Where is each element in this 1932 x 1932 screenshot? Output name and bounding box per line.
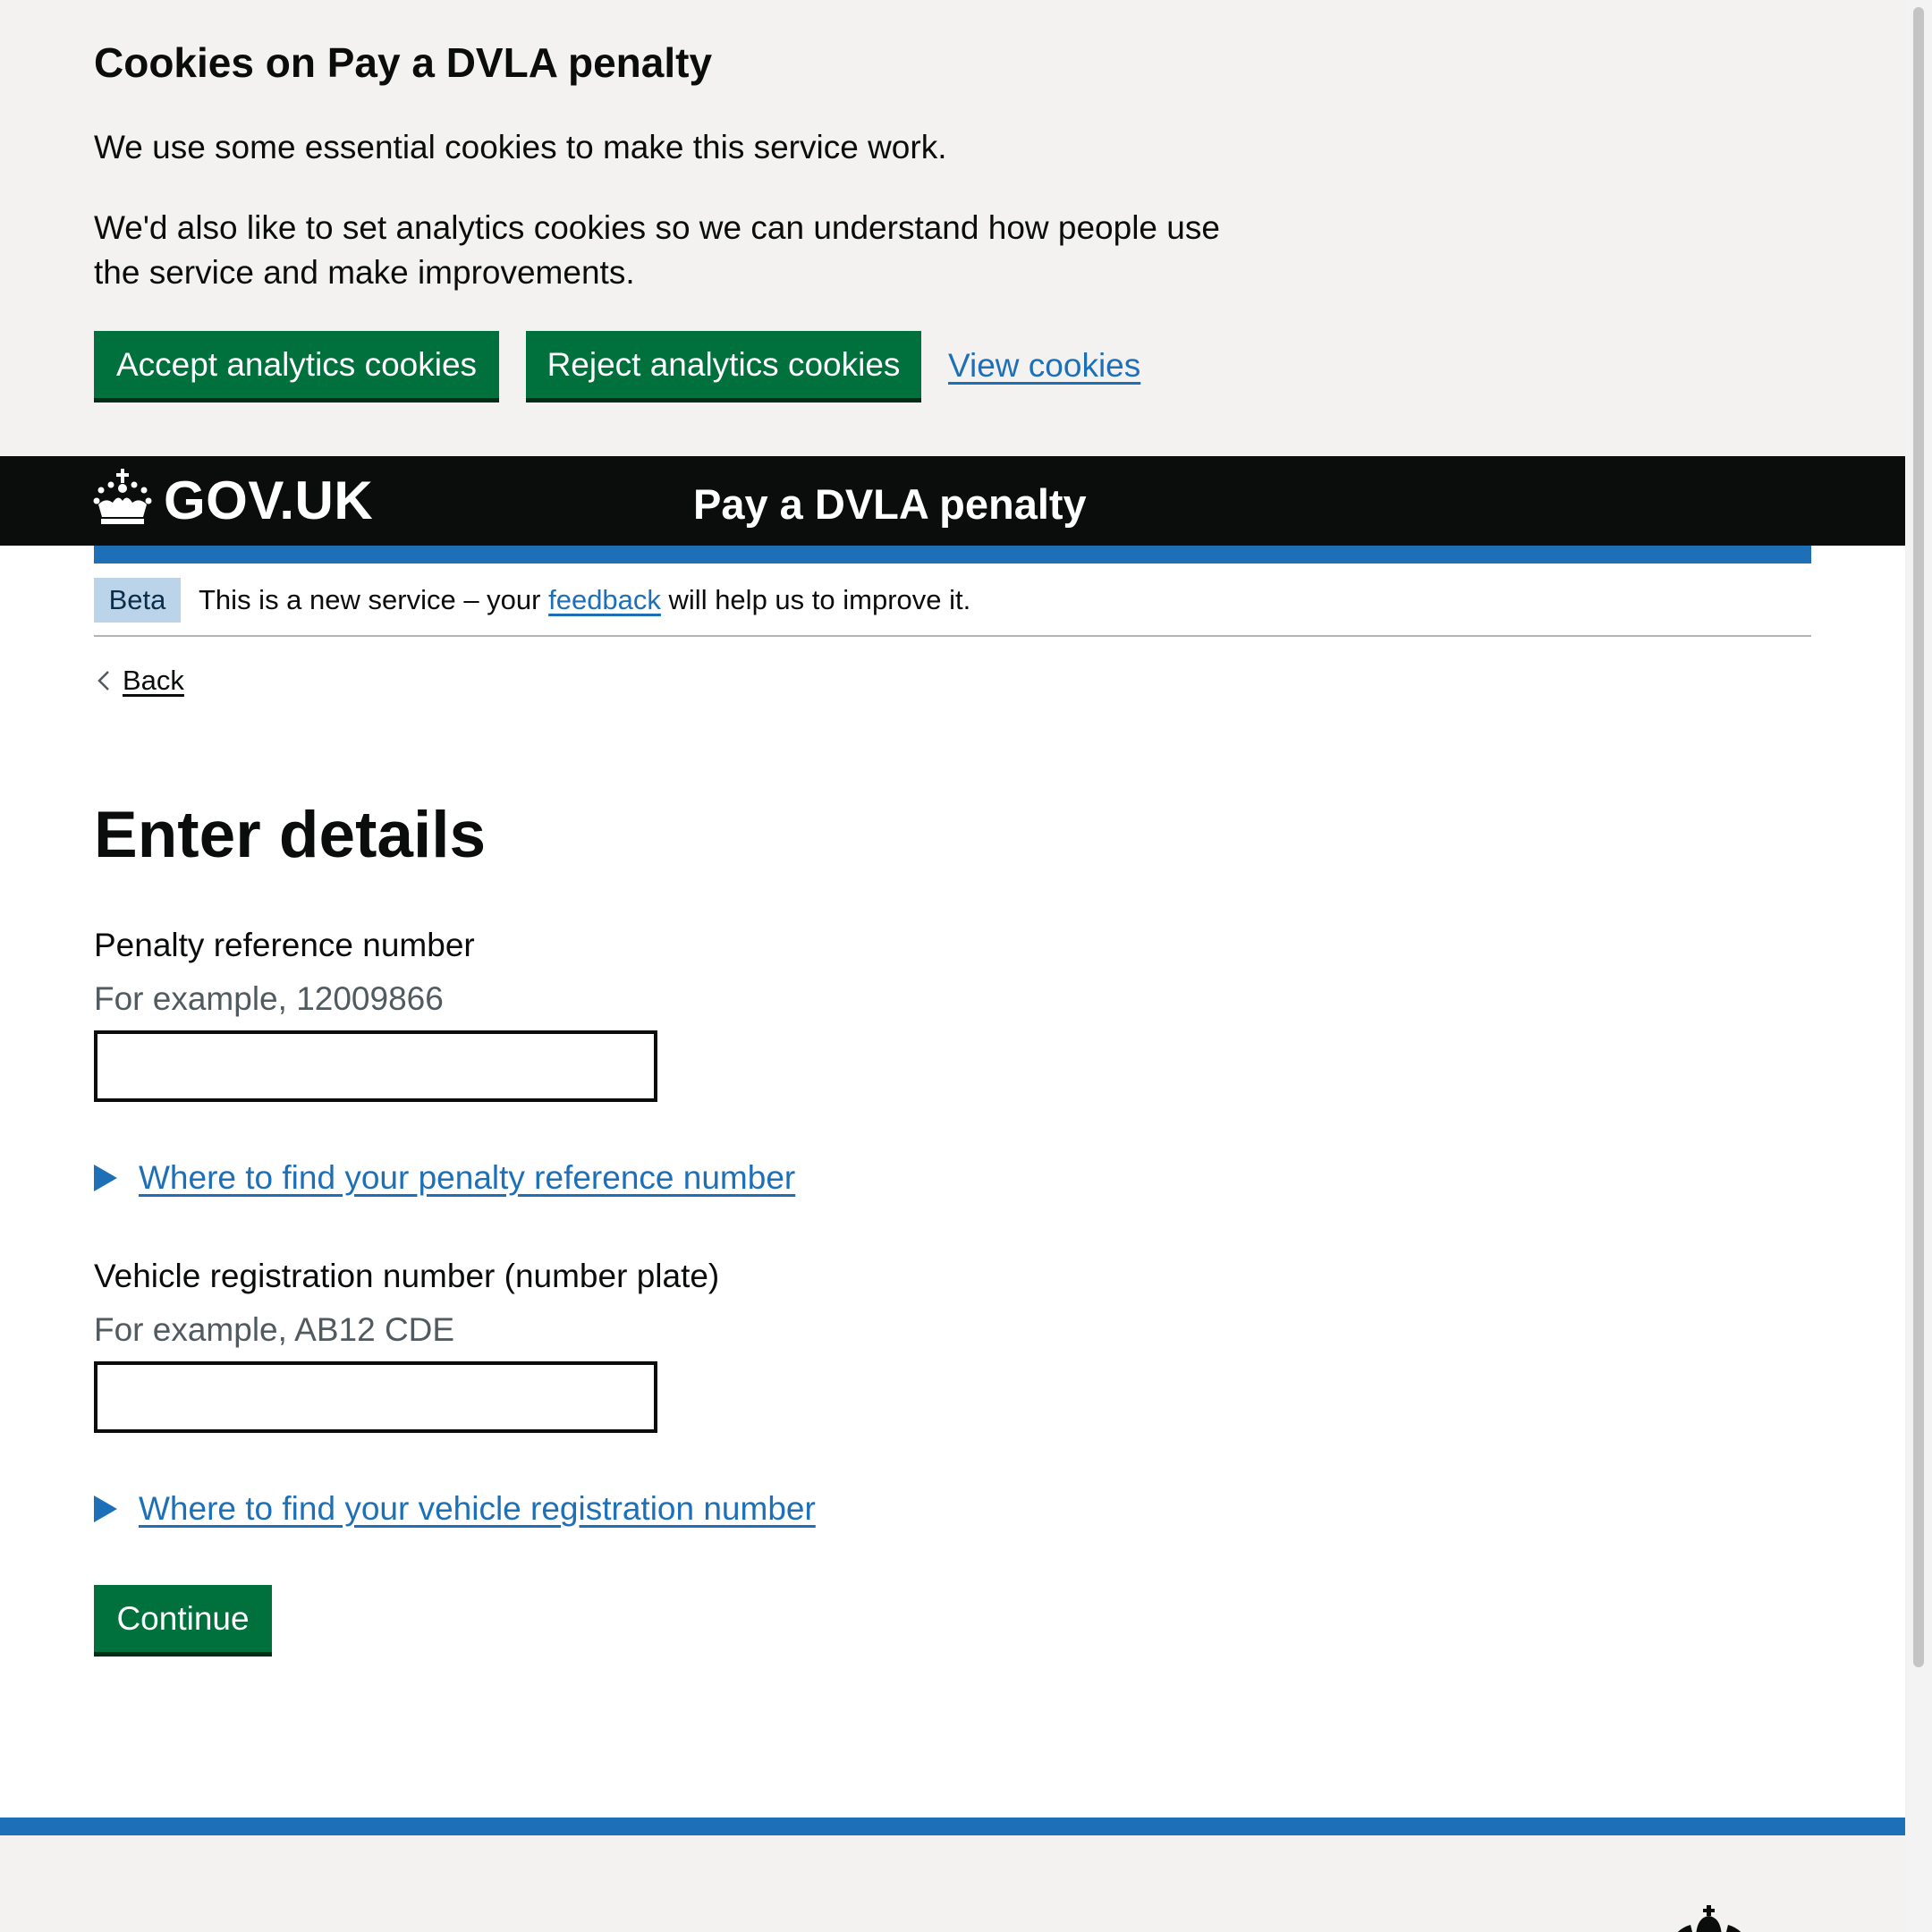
penalty-reference-input[interactable]	[94, 1030, 657, 1102]
vehicle-registration-input[interactable]	[94, 1361, 657, 1433]
vehicle-registration-label: Vehicle registration number (number plat…	[94, 1258, 720, 1294]
page-title: Enter details	[94, 799, 487, 871]
penalty-reference-label: Penalty reference number	[94, 927, 475, 963]
phase-text-after: will help us to improve it.	[660, 584, 971, 615]
govuk-logo-text[interactable]: GOV.UK	[164, 470, 373, 531]
vehicle-registration-hint: For example, AB12 CDE	[94, 1311, 455, 1348]
scrollbar-thumb[interactable]	[1913, 7, 1924, 1667]
header-blue-bar	[94, 546, 1811, 564]
beta-tag: Beta	[94, 578, 181, 623]
triangle-right-icon	[94, 1165, 117, 1191]
site-header: GOV.UK Pay a DVLA penalty	[0, 456, 1905, 546]
penalty-reference-hint: For example, 12009866	[94, 980, 444, 1017]
cookie-banner-paragraph-essential: We use some essential cookies to make th…	[94, 129, 947, 165]
penalty-reference-details[interactable]: Where to find your penalty reference num…	[94, 1156, 795, 1200]
penalty-reference-details-summary[interactable]: Where to find your penalty reference num…	[139, 1156, 795, 1200]
cookie-banner: Cookies on Pay a DVLA penalty We use som…	[0, 0, 1905, 456]
continue-button[interactable]: Continue	[94, 1585, 272, 1652]
view-cookies-link[interactable]: View cookies	[948, 343, 1140, 388]
page: Cookies on Pay a DVLA penalty We use som…	[0, 0, 1905, 1932]
vehicle-registration-details[interactable]: Where to find your vehicle registration …	[94, 1487, 816, 1531]
service-name[interactable]: Pay a DVLA penalty	[693, 478, 1087, 531]
vehicle-registration-details-summary[interactable]: Where to find your vehicle registration …	[139, 1487, 816, 1531]
footer-blue-bar	[0, 1818, 1905, 1835]
cookie-banner-title: Cookies on Pay a DVLA penalty	[94, 39, 713, 86]
vertical-scrollbar[interactable]	[1905, 0, 1932, 1932]
feedback-link[interactable]: feedback	[548, 584, 661, 615]
accept-analytics-cookies-button[interactable]: Accept analytics cookies	[94, 331, 499, 398]
cookie-banner-paragraph-analytics: We'd also like to set analytics cookies …	[94, 209, 1220, 291]
chevron-left-icon	[97, 671, 109, 691]
phase-banner-text: This is a new service – your feedback wi…	[199, 581, 970, 619]
back-link[interactable]: Back	[94, 662, 184, 699]
crown-icon[interactable]	[93, 467, 152, 526]
royal-crest-icon	[1677, 1905, 1741, 1932]
phase-banner: Beta This is a new service – your feedba…	[94, 564, 1811, 637]
back-link-label[interactable]: Back	[123, 662, 184, 699]
phase-text-before: This is a new service – your	[199, 584, 549, 615]
reject-analytics-cookies-button[interactable]: Reject analytics cookies	[526, 331, 921, 398]
triangle-right-icon	[94, 1496, 117, 1522]
site-footer	[0, 1835, 1905, 1932]
